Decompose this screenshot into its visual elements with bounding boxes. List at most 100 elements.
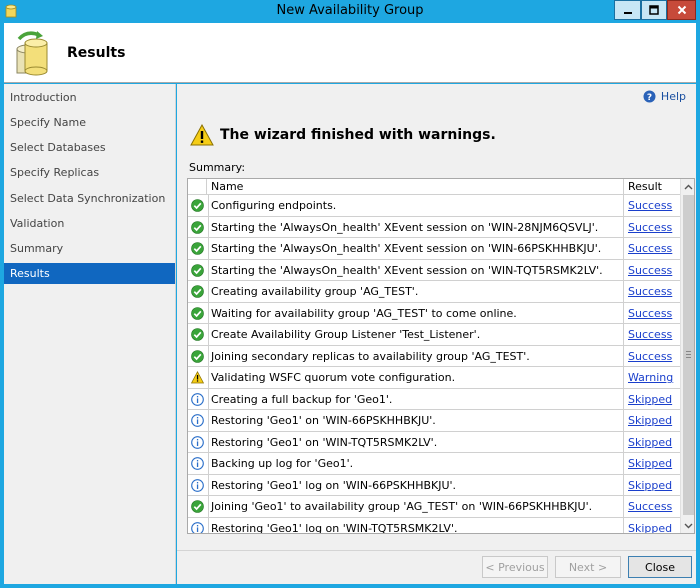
table-row[interactable]: Starting the 'AlwaysOn_health' XEvent se…	[188, 216, 680, 238]
row-name: Restoring 'Geo1' on 'WIN-TQT5RSMK2LV'.	[208, 431, 624, 453]
minimize-button[interactable]	[614, 0, 641, 20]
success-icon	[191, 220, 204, 234]
row-result-link[interactable]: Skipped	[625, 432, 680, 453]
row-result-link[interactable]: Success	[625, 303, 680, 324]
title-bar[interactable]: New Availability Group	[0, 0, 700, 23]
row-name: Creating a full backup for 'Geo1'.	[208, 388, 624, 410]
status-text: The wizard finished with warnings.	[220, 127, 496, 143]
scroll-thumb[interactable]	[683, 195, 694, 515]
scroll-up-button[interactable]	[681, 179, 694, 194]
nav-item-introduction[interactable]: Introduction	[4, 87, 175, 108]
success-icon	[191, 328, 204, 341]
database-sync-icon	[16, 31, 48, 76]
nav-item-validation[interactable]: Validation	[4, 213, 175, 234]
warning-icon	[190, 124, 214, 146]
table-row[interactable]: Restoring 'Geo1' on 'WIN-66PSKHHBKJU'. Sk…	[188, 410, 680, 432]
row-result-link[interactable]: Skipped	[625, 518, 680, 534]
success-icon	[191, 285, 204, 298]
wizard-nav: Introduction Specify Name Select Databas…	[4, 84, 176, 584]
table-row[interactable]: Creating a full backup for 'Geo1'. Skippe…	[188, 388, 680, 410]
column-header-result[interactable]: Result	[625, 179, 680, 195]
row-result-link[interactable]: Success	[625, 238, 680, 259]
info-icon	[191, 392, 204, 406]
row-result-link[interactable]: Success	[625, 195, 680, 216]
row-result-link[interactable]: Skipped	[625, 410, 680, 431]
table-row[interactable]: Validating WSFC quorum vote configuratio…	[188, 367, 680, 389]
nav-item-results[interactable]: Results	[4, 263, 175, 284]
row-result-link[interactable]: Skipped	[625, 389, 680, 410]
row-result-link[interactable]: Success	[625, 281, 680, 302]
help-link[interactable]: ? Help	[643, 90, 686, 103]
info-icon	[191, 478, 204, 492]
row-result-link[interactable]: Success	[625, 260, 680, 281]
table-row[interactable]: Joining 'Geo1' to availability group 'AG…	[188, 496, 680, 518]
nav-item-specify-replicas[interactable]: Specify Replicas	[4, 162, 175, 183]
table-row[interactable]: Creating availability group 'AG_TEST'. Su…	[188, 281, 680, 303]
maximize-icon	[649, 5, 659, 15]
success-icon	[191, 242, 204, 255]
status-message: The wizard finished with warnings.	[190, 124, 496, 146]
chevron-up-icon	[684, 184, 693, 189]
success-icon	[191, 199, 204, 212]
page-title: Results	[67, 45, 126, 61]
row-result-link[interactable]: Success	[625, 346, 680, 367]
table-row[interactable]: Waiting for availability group 'AG_TEST'…	[188, 302, 680, 324]
warning-icon	[190, 371, 205, 384]
row-name: Backing up log for 'Geo1'.	[208, 453, 624, 474]
row-name: Validating WSFC quorum vote configuratio…	[208, 367, 624, 388]
next-button[interactable]: Next >	[555, 556, 621, 578]
table-row[interactable]: Joining secondary replicas to availabili…	[188, 345, 680, 367]
summary-grid[interactable]: Name Result Configuring endpoints. Succes…	[187, 178, 695, 534]
row-result-link[interactable]: Success	[625, 324, 680, 345]
nav-item-specify-name[interactable]: Specify Name	[4, 112, 175, 133]
previous-button[interactable]: < Previous	[482, 556, 548, 578]
close-button[interactable]: Close	[628, 556, 692, 578]
summary-label: Summary:	[189, 161, 246, 174]
wizard-footer: < Previous Next > Close	[177, 550, 696, 584]
results-content: ? Help The wizard finished with warnings…	[177, 84, 696, 550]
nav-item-summary[interactable]: Summary	[4, 238, 175, 259]
row-name: Configuring endpoints.	[208, 195, 624, 216]
row-result-link[interactable]: Success	[625, 217, 680, 238]
success-icon	[191, 263, 204, 277]
wizard-window: New Availability Group Results Introduct…	[0, 0, 700, 588]
maximize-button[interactable]	[641, 0, 667, 20]
row-name: Joining 'Geo1' to availability group 'AG…	[208, 496, 624, 517]
success-icon	[191, 500, 204, 513]
table-row[interactable]: Restoring 'Geo1' on 'WIN-TQT5RSMK2LV'. Sk…	[188, 431, 680, 453]
vertical-scrollbar[interactable]	[680, 179, 694, 533]
column-header-name[interactable]: Name	[208, 179, 624, 195]
grid-rows: Configuring endpoints. Success Starting th…	[188, 195, 680, 534]
row-result-link[interactable]: Warning	[625, 367, 680, 388]
info-icon	[191, 435, 204, 449]
row-name: Restoring 'Geo1' on 'WIN-66PSKHHBKJU'.	[208, 410, 624, 431]
table-row[interactable]: Starting the 'AlwaysOn_health' XEvent se…	[188, 238, 680, 260]
table-row[interactable]: Starting the 'AlwaysOn_health' XEvent se…	[188, 259, 680, 281]
close-window-button[interactable]	[667, 0, 696, 20]
row-result-link[interactable]: Skipped	[625, 453, 680, 474]
help-label: Help	[660, 90, 686, 103]
row-name: Waiting for availability group 'AG_TEST'…	[208, 302, 624, 324]
row-result-link[interactable]: Skipped	[625, 475, 680, 496]
row-name: Starting the 'AlwaysOn_health' XEvent se…	[208, 238, 624, 259]
nav-item-select-data-synchronization[interactable]: Select Data Synchronization	[4, 188, 175, 209]
svg-text:?: ?	[647, 93, 652, 103]
minimize-icon	[623, 12, 632, 14]
row-name: Joining secondary replicas to availabili…	[208, 345, 624, 367]
table-row[interactable]: Create Availability Group Listener 'Test…	[188, 324, 680, 346]
table-row[interactable]: Backing up log for 'Geo1'. Skipped	[188, 453, 680, 475]
window-title: New Availability Group	[276, 3, 424, 18]
scroll-down-button[interactable]	[681, 518, 694, 533]
table-row[interactable]: Restoring 'Geo1' log on 'WIN-66PSKHHBKJU…	[188, 474, 680, 496]
row-name: Create Availability Group Listener 'Test…	[208, 324, 624, 345]
row-result-link[interactable]: Success	[625, 496, 680, 517]
grid-header: Name Result	[188, 179, 680, 195]
nav-item-select-databases[interactable]: Select Databases	[4, 137, 175, 158]
row-name: Starting the 'AlwaysOn_health' XEvent se…	[208, 259, 624, 281]
table-row[interactable]: Restoring 'Geo1' log on 'WIN-TQT5RSMK2LV…	[188, 517, 680, 534]
table-row[interactable]: Configuring endpoints. Success	[188, 195, 680, 217]
close-icon	[677, 5, 686, 15]
info-icon	[191, 521, 204, 533]
row-name: Creating availability group 'AG_TEST'.	[208, 281, 624, 302]
row-name: Restoring 'Geo1' log on 'WIN-66PSKHHBKJU…	[208, 474, 624, 496]
